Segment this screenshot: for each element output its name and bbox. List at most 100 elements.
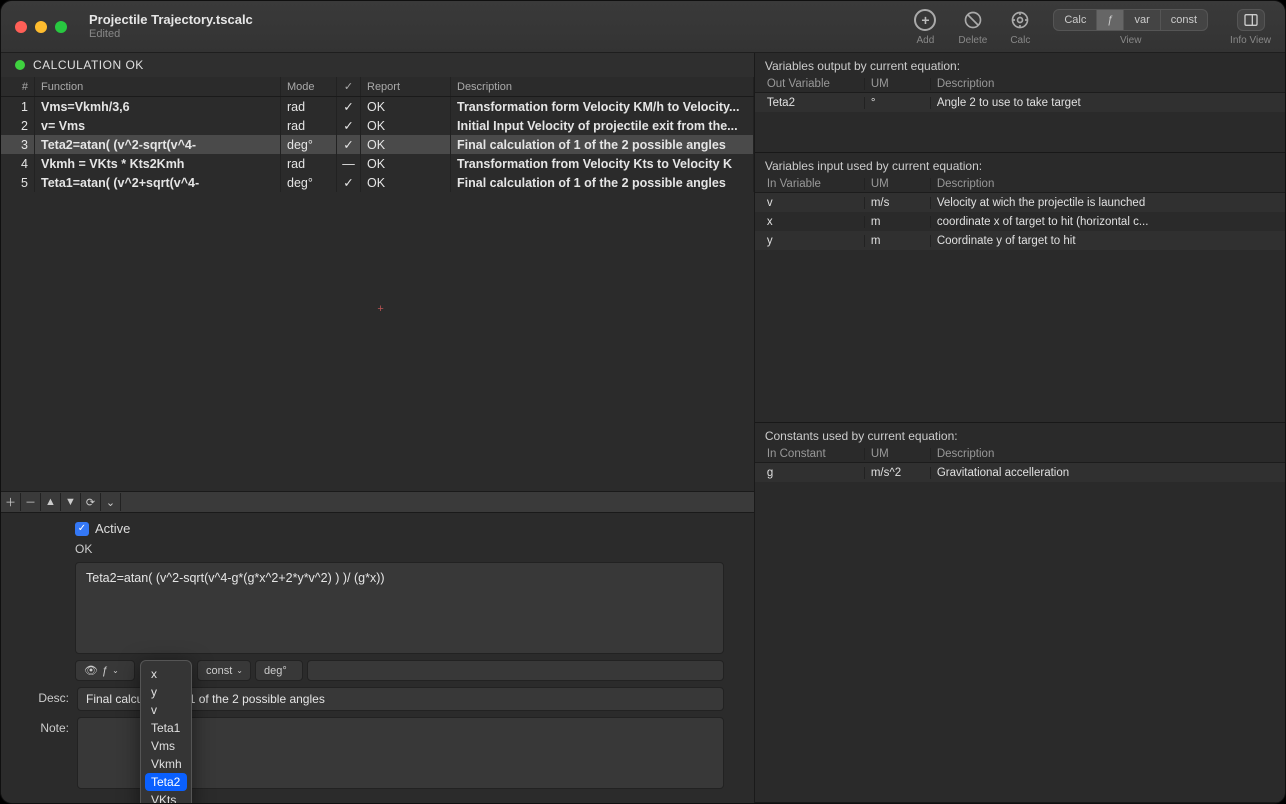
table-row[interactable]: v m/s Velocity at wich the projectile is…	[755, 193, 1285, 212]
output-vars-title: Variables output by current equation:	[755, 53, 1285, 75]
col-out-variable[interactable]: Out Variable	[759, 78, 865, 90]
insert-function-dropdown[interactable]: 👁 ƒ ⌄	[75, 660, 135, 681]
close-window-button[interactable]	[15, 21, 27, 33]
more-button[interactable]: ⌄	[101, 493, 121, 511]
col-in-constant[interactable]: In Constant	[759, 448, 865, 460]
toolbar: + Add Delete Calc	[914, 7, 1271, 46]
refresh-button[interactable]: ⟳	[81, 493, 101, 511]
chevron-down-icon: ⌄	[112, 666, 119, 675]
dropdown-item[interactable]: VKts	[141, 791, 191, 804]
dropdown-item[interactable]: y	[141, 683, 191, 701]
dropdown-item[interactable]: x	[141, 665, 191, 683]
status-ok-icon	[15, 60, 25, 70]
dropdown-item[interactable]: v	[141, 701, 191, 719]
angle-unit-dropdown[interactable]: deg°	[255, 660, 303, 681]
toolbar-add-group: + Add	[914, 7, 936, 46]
minimize-window-button[interactable]	[35, 21, 47, 33]
eye-icon: 👁	[84, 664, 98, 677]
table-row[interactable]: 3 Teta2=atan( (v^2-sqrt(v^4- deg° ✓ OK F…	[1, 135, 754, 154]
left-panel: CALCULATION OK # Function Mode ✓ Report …	[1, 53, 755, 803]
constants-header: In Constant UM Description	[755, 445, 1285, 463]
input-vars-header: In Variable UM Description	[755, 175, 1285, 193]
seg-const[interactable]: const	[1161, 10, 1207, 30]
table-row[interactable]: Teta2 ° Angle 2 to use to take target	[755, 93, 1285, 112]
dropdown-item[interactable]: Teta2	[145, 773, 187, 791]
window-title: Projectile Trajectory.tscalc	[89, 12, 253, 28]
content-area: CALCULATION OK # Function Mode ✓ Report …	[1, 53, 1285, 803]
col-in-variable[interactable]: In Variable	[759, 178, 865, 190]
variable-dropdown-menu[interactable]: xyvTeta1VmsVkmhTeta2VKts	[140, 660, 192, 804]
view-segmented-control[interactable]: Calc ƒ var const	[1053, 9, 1208, 31]
info-view-button[interactable]	[1237, 9, 1265, 31]
dropdown-item[interactable]: Vkmh	[141, 755, 191, 773]
table-row[interactable]: x m coordinate x of target to hit (horiz…	[755, 212, 1285, 231]
add-button[interactable]: +	[914, 9, 936, 31]
equation-editor: ✓ Active OK Teta2=atan( (v^2-sqrt(v^4-g*…	[1, 513, 754, 803]
insert-fn-label: ƒ	[102, 665, 108, 677]
info-view-label: Info View	[1230, 35, 1271, 46]
title-block: Projectile Trajectory.tscalc Edited	[89, 12, 253, 41]
active-checkbox[interactable]: ✓	[75, 522, 89, 536]
output-vars-body[interactable]: Teta2 ° Angle 2 to use to take target	[755, 93, 1285, 153]
table-row[interactable]: 4 Vkmh = VKts * Kts2Kmh rad — OK Transfo…	[1, 154, 754, 173]
seg-var[interactable]: var	[1124, 10, 1160, 30]
delete-label: Delete	[958, 35, 987, 46]
calc-button[interactable]	[1009, 9, 1031, 31]
constants-title: Constants used by current equation:	[755, 423, 1285, 445]
seg-fn[interactable]: ƒ	[1097, 10, 1124, 30]
view-label: View	[1120, 35, 1142, 46]
col-num[interactable]: #	[1, 77, 35, 96]
note-label: Note:	[31, 717, 69, 735]
col-const-desc[interactable]: Description	[931, 448, 1281, 460]
col-function[interactable]: Function	[35, 77, 281, 96]
col-const-um[interactable]: UM	[865, 448, 931, 460]
toolbar-info-view-group: Info View	[1230, 7, 1271, 46]
move-up-button[interactable]: ▲	[41, 493, 61, 511]
right-panel: Variables output by current equation: Ou…	[755, 53, 1285, 803]
desc-label: Desc:	[31, 687, 69, 705]
move-down-button[interactable]: ▼	[61, 493, 81, 511]
traffic-lights	[15, 21, 67, 33]
equation-table: # Function Mode ✓ Report Description 1 V…	[1, 77, 754, 491]
constants-block: Constants used by current equation: In C…	[755, 423, 1285, 803]
active-label: Active	[95, 521, 130, 536]
editor-status: OK	[31, 542, 724, 556]
seg-calc[interactable]: Calc	[1054, 10, 1097, 30]
constants-body[interactable]: g m/s^2 Gravitational accelleration	[755, 463, 1285, 803]
dropdown-item[interactable]: Vms	[141, 737, 191, 755]
insert-const-dropdown[interactable]: const ⌄	[197, 660, 251, 681]
formula-input[interactable]: Teta2=atan( (v^2-sqrt(v^4-g*(g*x^2+2*y*v…	[75, 562, 724, 654]
col-check[interactable]: ✓	[337, 77, 361, 96]
col-mode[interactable]: Mode	[281, 77, 337, 96]
table-row[interactable]: y m Coordinate y of target to hit	[755, 231, 1285, 250]
dropdown-item[interactable]: Teta1	[141, 719, 191, 737]
col-out-desc[interactable]: Description	[931, 78, 1281, 90]
equation-table-body[interactable]: 1 Vms=Vkmh/3,6 rad ✓ OK Transformation f…	[1, 97, 754, 491]
app-window: Projectile Trajectory.tscalc Edited + Ad…	[0, 0, 1286, 804]
zoom-window-button[interactable]	[55, 21, 67, 33]
col-out-um[interactable]: UM	[865, 78, 931, 90]
chevron-down-icon: ⌄	[236, 666, 243, 675]
col-in-desc[interactable]: Description	[931, 178, 1281, 190]
col-description[interactable]: Description	[451, 77, 754, 96]
col-report[interactable]: Report	[361, 77, 451, 96]
delete-button[interactable]	[962, 9, 984, 31]
col-in-um[interactable]: UM	[865, 178, 931, 190]
output-vars-block: Variables output by current equation: Ou…	[755, 53, 1285, 153]
calculation-status-bar: CALCULATION OK	[1, 53, 754, 77]
toolbar-view-group: Calc ƒ var const View	[1053, 7, 1208, 46]
toolbar-calc-group: Calc	[1009, 7, 1031, 46]
add-row-button[interactable]: ＋	[1, 493, 21, 511]
table-row[interactable]: 1 Vms=Vkmh/3,6 rad ✓ OK Transformation f…	[1, 97, 754, 116]
titlebar: Projectile Trajectory.tscalc Edited + Ad…	[1, 1, 1285, 53]
remove-row-button[interactable]: －	[21, 493, 41, 511]
table-row[interactable]: g m/s^2 Gravitational accelleration	[755, 463, 1285, 482]
table-row[interactable]: 5 Teta1=atan( (v^2+sqrt(v^4- deg° ✓ OK F…	[1, 173, 754, 192]
output-vars-header: Out Variable UM Description	[755, 75, 1285, 93]
input-vars-body[interactable]: v m/s Velocity at wich the projectile is…	[755, 193, 1285, 423]
insert-blank-field[interactable]	[307, 660, 724, 681]
toolbar-delete-group: Delete	[958, 7, 987, 46]
table-row[interactable]: 2 v= Vms rad ✓ OK Initial Input Velocity…	[1, 116, 754, 135]
status-text: CALCULATION OK	[33, 58, 144, 72]
insert-controls: 👁 ƒ ⌄ const ⌄ deg° xyvTeta1VmsVkmhTeta2V	[75, 660, 724, 681]
